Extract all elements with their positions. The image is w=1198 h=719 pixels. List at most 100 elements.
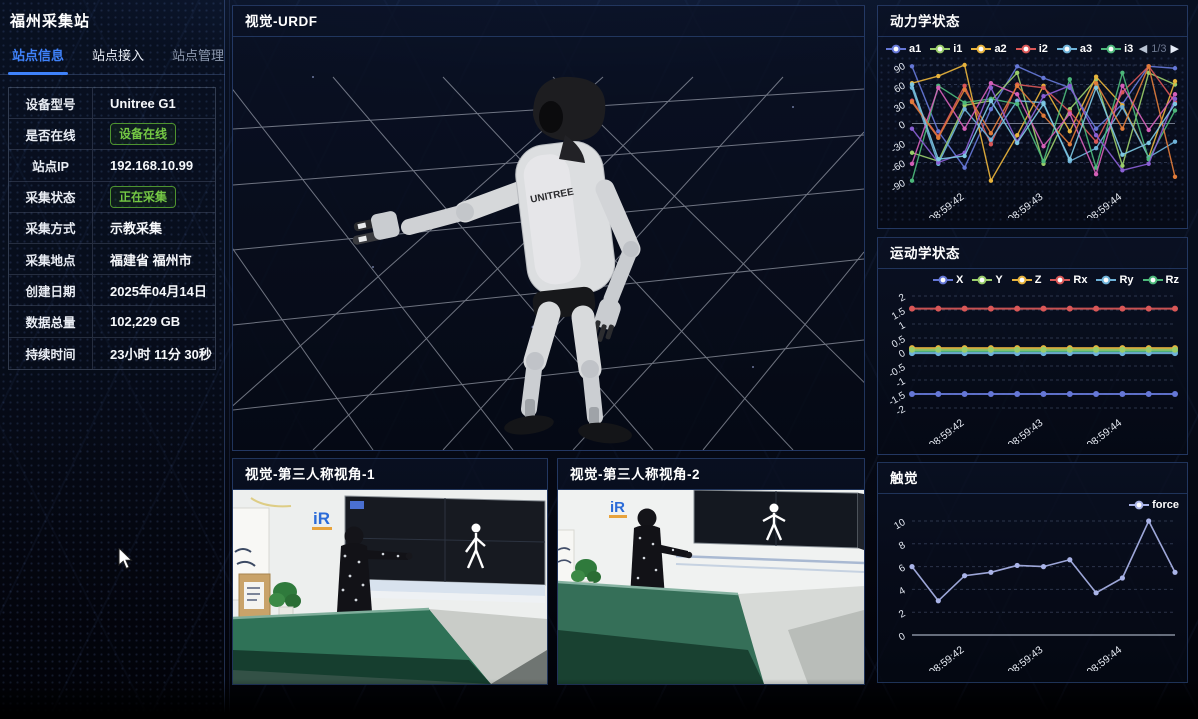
legend-label: Z xyxy=(1035,274,1042,286)
legend-item-Y[interactable]: Y xyxy=(972,274,1002,286)
svg-text:2: 2 xyxy=(897,608,908,621)
svg-text:0: 0 xyxy=(897,631,908,644)
legend-marker-icon xyxy=(886,44,906,54)
svg-text:-1.5: -1.5 xyxy=(887,390,908,408)
info-value-device-model: Unitree G1 xyxy=(93,96,215,111)
info-value-station-ip: 192.168.10.99 xyxy=(93,158,215,173)
svg-text:8: 8 xyxy=(897,540,908,553)
dynamics-legend-row: a1 i1 a2 i2 a3 i3 ◀ 1/3 ▶ xyxy=(878,37,1187,55)
legend-item-a2[interactable]: a2 xyxy=(971,43,1006,55)
svg-text:08:59:42: 08:59:42 xyxy=(927,417,967,444)
video2-panel: 视觉-第三人称视角-2 iR xyxy=(557,458,865,685)
dashboard-screen: 福州采集站 站点信息站点接入站点管理 设备型号Unitree G1是否在线设备在… xyxy=(0,0,1198,719)
tab-station-info[interactable]: 站点信息 xyxy=(10,36,66,74)
legend-page-indicator: 1/3 xyxy=(1151,43,1166,55)
svg-text:08:59:44: 08:59:44 xyxy=(1085,417,1125,444)
legend-marker-icon xyxy=(1057,44,1077,54)
video-feed-2: iR xyxy=(558,490,864,689)
legend-label: Ry xyxy=(1119,274,1133,286)
info-row-device-model: 设备型号Unitree G1 xyxy=(9,88,215,119)
svg-text:-90: -90 xyxy=(889,178,907,195)
legend-marker-icon xyxy=(1101,44,1121,54)
svg-text:90: 90 xyxy=(892,61,908,76)
info-label-collect-method: 采集方式 xyxy=(9,213,93,243)
kinematics-panel-title: 运动学状态 xyxy=(878,238,1187,269)
status-badge-online-status: 设备在线 xyxy=(110,123,176,145)
legend-item-a1[interactable]: a1 xyxy=(886,43,921,55)
legend-label: Rz xyxy=(1166,274,1179,286)
svg-text:08:59:44: 08:59:44 xyxy=(1085,191,1125,218)
video2-scene: iR xyxy=(558,490,864,684)
video-feed-1: iR xyxy=(233,490,547,689)
tactile-panel: 触觉 force 108642008:59:4208:59:4308:59:44 xyxy=(877,462,1188,683)
legend-item-Z[interactable]: Z xyxy=(1012,274,1042,286)
tactile-legend: force xyxy=(1129,499,1179,511)
svg-text:-0.5: -0.5 xyxy=(887,362,908,380)
dynamics-legend: a1 i1 a2 i2 a3 i3 xyxy=(886,43,1133,55)
tactile-legend-row: force xyxy=(878,494,1187,511)
video1-panel: 视觉-第三人称视角-1 iR xyxy=(232,458,548,685)
legend-item-i3[interactable]: i3 xyxy=(1101,43,1133,55)
dynamics-chart: 9060300-30-60-9008:59:4208:59:4308:59:44 xyxy=(878,55,1187,218)
info-label-station-ip: 站点IP xyxy=(9,150,93,180)
robot-model: UNITREE xyxy=(348,77,639,446)
legend-item-Ry[interactable]: Ry xyxy=(1096,274,1133,286)
legend-item-X[interactable]: X xyxy=(933,274,963,286)
legend-marker-icon xyxy=(930,44,950,54)
kinematics-panel: 运动学状态 XYZRxRyRz 21.510.50-0.5-1-1.5-208:… xyxy=(877,237,1188,455)
dynamics-panel: 动力学状态 a1i1a2i2a3i3 ◀ 1/3 ▶ 9060300-30-60… xyxy=(877,5,1188,229)
legend-label: i2 xyxy=(1039,43,1048,55)
info-label-device-model: 设备型号 xyxy=(9,88,93,118)
legend-item-Rz[interactable]: Rz xyxy=(1143,274,1179,286)
legend-item-force[interactable]: force xyxy=(1129,499,1179,511)
svg-text:0: 0 xyxy=(897,119,908,132)
svg-text:0: 0 xyxy=(897,348,908,361)
legend-prev-icon[interactable]: ◀ xyxy=(1139,42,1147,55)
legend-item-i1[interactable]: i1 xyxy=(930,43,962,55)
video2-wall-logo: iR xyxy=(610,499,625,516)
tab-station-access[interactable]: 站点接入 xyxy=(90,36,146,74)
svg-text:08:59:42: 08:59:42 xyxy=(927,644,967,671)
svg-text:08:59:42: 08:59:42 xyxy=(927,191,967,218)
sidebar-divider xyxy=(224,0,225,719)
tactile-chart: 108642008:59:4208:59:4308:59:44 xyxy=(878,511,1187,671)
legend-marker-icon xyxy=(1050,275,1070,285)
video1-wall-logo: iR xyxy=(313,509,330,528)
svg-text:10: 10 xyxy=(892,517,908,532)
legend-marker-icon xyxy=(1143,275,1163,285)
video1-scene: iR xyxy=(233,490,547,684)
station-title: 福州采集站 xyxy=(0,0,225,36)
status-badge-collect-status: 正在采集 xyxy=(110,186,176,208)
kinematics-chart: 21.510.50-0.5-1-1.5-208:59:4208:59:4308:… xyxy=(878,286,1187,444)
svg-text:6: 6 xyxy=(897,562,908,575)
legend-marker-icon xyxy=(1016,44,1036,54)
legend-item-i2[interactable]: i2 xyxy=(1016,43,1048,55)
svg-text:4: 4 xyxy=(897,585,908,598)
video1-panel-title: 视觉-第三人称视角-1 xyxy=(233,459,547,490)
info-value-duration: 23小时 11分 30秒 xyxy=(93,344,215,363)
legend-label: X xyxy=(956,274,963,286)
legend-item-a3[interactable]: a3 xyxy=(1057,43,1092,55)
info-row-collect-status: 采集状态正在采集 xyxy=(9,182,215,213)
info-value-data-total: 102,229 GB xyxy=(93,314,215,329)
svg-text:-30: -30 xyxy=(889,139,907,156)
info-value-collect-status: 正在采集 xyxy=(93,186,215,208)
svg-text:60: 60 xyxy=(892,80,908,95)
kinematics-legend-row: XY Z Rx Ry Rz xyxy=(878,269,1187,286)
urdf-3d-viewport[interactable]: UNITREE xyxy=(233,37,864,455)
legend-marker-icon xyxy=(1129,500,1149,510)
svg-text:30: 30 xyxy=(892,100,908,115)
info-row-duration: 持续时间23小时 11分 30秒 xyxy=(9,338,215,369)
info-row-online-status: 是否在线设备在线 xyxy=(9,119,215,150)
info-value-collect-location: 福建省 福州市 xyxy=(93,250,215,269)
legend-marker-icon xyxy=(1096,275,1116,285)
legend-pager: ◀ 1/3 ▶ xyxy=(1139,42,1179,55)
legend-item-Rx[interactable]: Rx xyxy=(1050,274,1087,286)
legend-next-icon[interactable]: ▶ xyxy=(1171,42,1179,55)
legend-marker-icon xyxy=(1012,275,1032,285)
legend-label: a2 xyxy=(994,43,1006,55)
tab-station-manage[interactable]: 站点管理 xyxy=(170,36,226,74)
legend-label: a1 xyxy=(909,43,921,55)
info-row-collect-location: 采集地点福建省 福州市 xyxy=(9,244,215,275)
svg-text:1: 1 xyxy=(897,320,908,333)
